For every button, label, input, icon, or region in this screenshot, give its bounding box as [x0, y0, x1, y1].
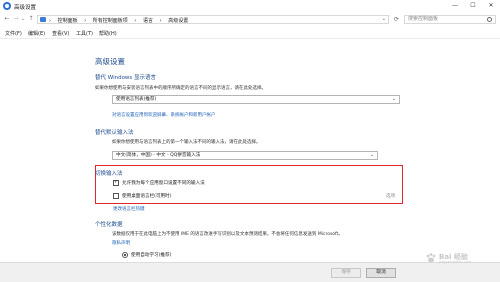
breadcrumb-separator: ›: [49, 18, 51, 24]
menu-tools[interactable]: 工具(T): [76, 30, 93, 37]
desktop-language-bar-label: 使用桌面语言栏(可用时): [122, 194, 172, 199]
menu-file[interactable]: 文件(F): [5, 30, 22, 37]
breadcrumb-separator: ›: [134, 18, 137, 24]
options-link[interactable]: 选项: [386, 193, 395, 199]
per-app-input-label: 允许我为每个应用窗口设置不同的输入法: [122, 181, 205, 186]
personalization-description: 该数据仅用于在此电脑上为不使用 IME 的语言改进手写识别以及文本预测结果。不会…: [112, 232, 343, 237]
input-method-select[interactable]: 中文(简体，中国) - 中文 - QQ拼音输入法 ⌄: [112, 151, 378, 160]
title-bar: 高级设置 — ☐ ✕: [0, 0, 500, 12]
privacy-statement-link[interactable]: 隐私声明: [112, 240, 130, 246]
breadcrumb-separator: ›: [159, 18, 162, 24]
switch-input-heading: 切换输入法: [95, 171, 123, 177]
chevron-down-icon: ⌄: [391, 96, 396, 102]
menu-bar: 文件(F) 编辑(E) 查看(V) 工具(T) 帮助(H): [0, 28, 500, 38]
auto-learning-radio[interactable]: [122, 252, 128, 258]
address-dropdown-icon[interactable]: ⌄: [382, 16, 386, 22]
display-language-select[interactable]: 使用语言列表(推荐) ⌄: [112, 95, 400, 104]
footer-bar: 保存 取消: [0, 262, 500, 282]
history-dropdown-icon[interactable]: ⌄: [19, 16, 27, 22]
display-language-description: 如果你想使用与安装语言列表中的顺序所确定的语言不同的显示语言，请在此处选择。: [95, 86, 266, 91]
search-icon[interactable]: [487, 17, 492, 22]
menu-help[interactable]: 帮助(H): [99, 30, 117, 37]
desktop-language-bar-checkbox[interactable]: [113, 193, 119, 199]
per-app-input-checkbox[interactable]: [113, 179, 119, 186]
breadcrumb-item-all-items[interactable]: 所有控制面板项: [93, 18, 128, 24]
apply-language-settings-link[interactable]: 对语言设置应用到欢迎屏幕、系统帐户和新用户帐户: [112, 112, 216, 118]
settings-content: 高级设置 替代 Windows 显示语言 如果你想使用与安装语言列表中的顺序所确…: [0, 39, 500, 282]
breadcrumb[interactable]: › 控制面板 › 所有控制面板项 › 语言 › 高级设置 ⌄: [37, 15, 389, 24]
paw-logo-icon: [426, 253, 436, 263]
minimize-button[interactable]: —: [446, 0, 464, 12]
change-hotkeys-link[interactable]: 更改语言栏热键: [113, 206, 145, 212]
breadcrumb-item-advanced[interactable]: 高级设置: [168, 18, 188, 24]
window-title: 高级设置: [14, 5, 37, 11]
back-arrow-icon[interactable]: ←: [3, 15, 11, 22]
address-bar: ← → ⌄ ↑ › 控制面板 › 所有控制面板项 › 语言 › 高级设置 ⌄ ⟳…: [0, 13, 500, 26]
display-language-select-value: 使用语言列表(推荐): [116, 97, 157, 102]
save-button[interactable]: 保存: [331, 268, 361, 278]
breadcrumb-items: › 控制面板 › 所有控制面板项 › 语言 › 高级设置: [49, 17, 193, 24]
personalization-heading: 个性化数据: [95, 222, 123, 228]
cancel-button[interactable]: 取消: [366, 268, 396, 278]
control-panel-icon: [40, 17, 46, 22]
display-language-heading: 替代 Windows 显示语言: [95, 75, 157, 81]
close-button[interactable]: ✕: [482, 0, 500, 12]
breadcrumb-item-language[interactable]: 语言: [143, 18, 153, 24]
input-method-description: 如果你想使用与语言列表上的第一个输入法不同的输入法，请在此处选择。: [112, 140, 261, 145]
input-method-heading: 替代默认输入法: [95, 130, 134, 136]
breadcrumb-separator: ›: [84, 18, 87, 24]
refresh-icon[interactable]: ⟳: [392, 15, 401, 24]
menu-view[interactable]: 查看(V): [52, 30, 69, 37]
breadcrumb-item-control-panel[interactable]: 控制面板: [58, 18, 78, 24]
chevron-down-icon: ⌄: [369, 152, 374, 158]
baidu-watermark: Bai 经验 jingyan.baidu.com: [425, 251, 497, 265]
auto-learning-label: 使用自动学习(推荐): [131, 253, 172, 258]
app-icon: [3, 2, 11, 10]
maximize-button[interactable]: ☐: [464, 0, 482, 12]
search-input[interactable]: 搜索控制面板: [404, 15, 496, 24]
up-arrow-icon[interactable]: ↑: [27, 15, 35, 22]
watermark-url: jingyan.baidu.com: [439, 260, 472, 264]
menu-edit[interactable]: 编辑(E): [28, 30, 45, 37]
page-title: 高级设置: [95, 57, 125, 66]
input-method-select-value: 中文(简体，中国) - 中文 - QQ拼音输入法: [116, 153, 201, 158]
